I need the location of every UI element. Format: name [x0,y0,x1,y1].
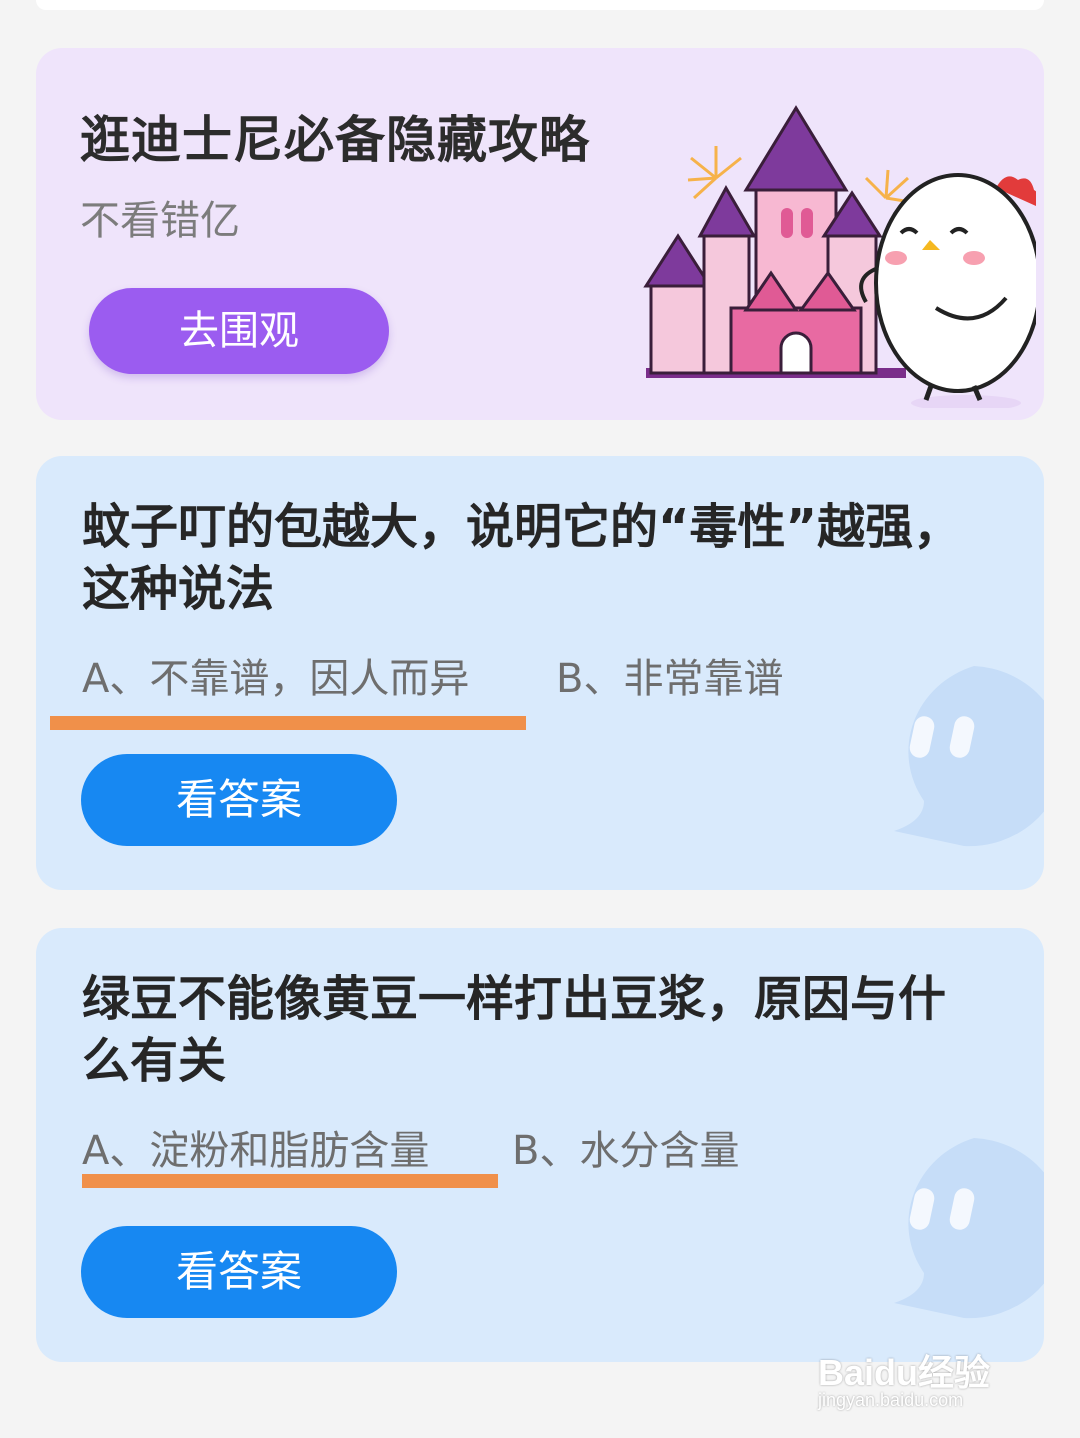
option-a[interactable]: A、淀粉和脂肪含量 [82,1118,429,1176]
quiz-question: 蚊子叮的包越大，说明它的“毒性”越强，这种说法 [82,499,962,617]
castle-illustration [643,105,1036,408]
promo-subtitle: 不看错亿 [80,198,240,244]
quiz-card-1: 蚊子叮的包越大，说明它的“毒性”越强，这种说法 A、不靠谱，因人而异 B、非常靠… [36,456,1044,890]
baidu-jingyan-watermark: Baidu经验 jingyan.baidu.com [818,1330,1018,1420]
previous-card-edge [36,0,1044,10]
chat-bubble-icon [894,1138,1044,1319]
answer-underline [82,1174,498,1188]
option-b[interactable]: B、非常靠谱 [556,646,783,704]
promo-title: 逛迪士尼必备隐藏攻略 [80,111,590,169]
watermark-url: jingyan.baidu.com [818,1390,964,1410]
promo-button[interactable]: 去围观 [89,288,389,374]
answer-underline [50,716,526,730]
chat-bubble-icon [894,666,1044,847]
view-answer-button[interactable]: 看答案 [81,754,397,846]
promo-card[interactable]: 逛迪士尼必备隐藏攻略 不看错亿 去围观 [36,48,1044,420]
view-answer-button[interactable]: 看答案 [81,1226,397,1318]
option-b[interactable]: B、水分含量 [512,1118,739,1176]
quiz-question: 绿豆不能像黄豆一样打出豆浆，原因与什么有关 [82,971,947,1089]
quiz-card-2: 绿豆不能像黄豆一样打出豆浆，原因与什么有关 A、淀粉和脂肪含量 B、水分含量 看… [36,928,1044,1362]
watermark-brand: Baidu经验 [818,1352,991,1393]
option-a[interactable]: A、不靠谱，因人而异 [82,646,469,704]
